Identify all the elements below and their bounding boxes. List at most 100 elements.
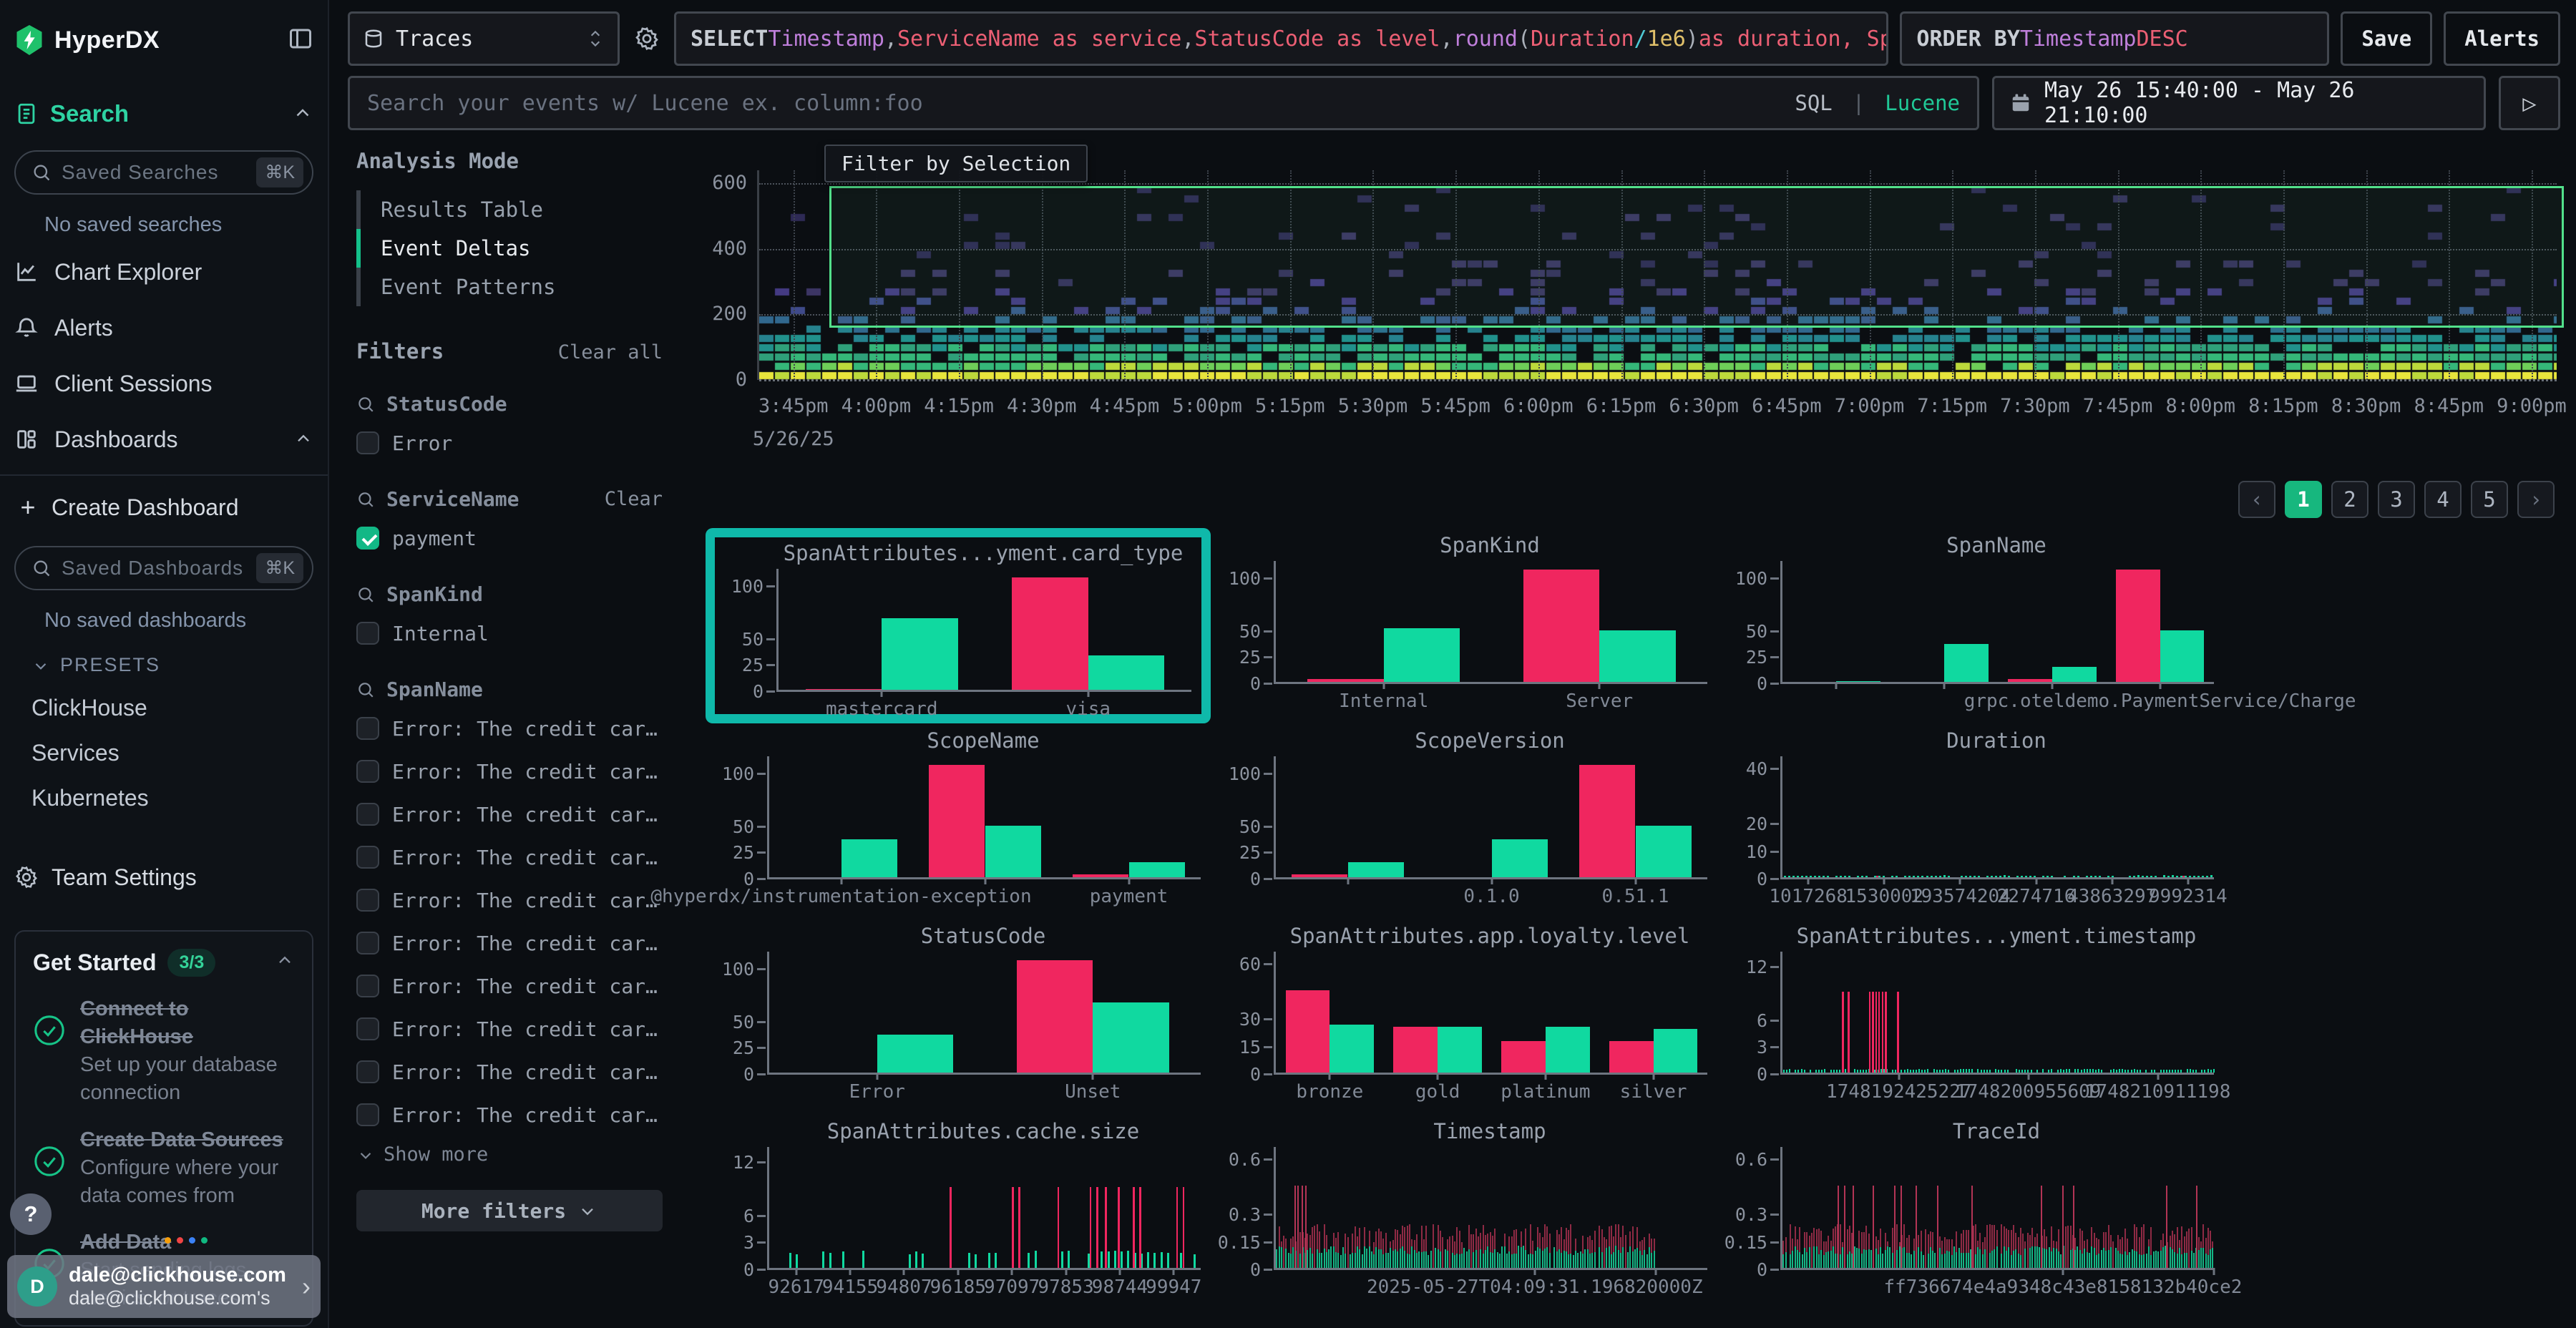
filter-checkbox-item[interactable]: Error: The credit card … xyxy=(356,1013,663,1045)
more-filters-button[interactable]: More filters xyxy=(356,1190,663,1231)
checkbox-unchecked[interactable] xyxy=(356,1017,379,1040)
chart-duration[interactable]: Duration01020401017268153000219357420422… xyxy=(1719,723,2224,919)
clear-filter-button[interactable]: Clear xyxy=(605,488,663,510)
chevron-up-icon[interactable] xyxy=(293,429,313,449)
get-started-item-create-data-sources[interactable]: Create Data SourcesConfigure where your … xyxy=(33,1126,295,1210)
create-dashboard-button[interactable]: + Create Dashboard xyxy=(14,487,313,527)
filter-by-selection-button[interactable]: Filter by Selection xyxy=(824,145,1088,182)
chart-statuscode[interactable]: StatusCode02550100ErrorUnset xyxy=(706,919,1211,1114)
chart-bar xyxy=(2184,1253,2185,1268)
sql-select-editor[interactable]: SELECT Timestamp, ServiceName as service… xyxy=(674,11,1888,66)
event-search-input[interactable] xyxy=(367,91,1782,116)
heatmap-plot[interactable]: 3:45pm4:00pm4:15pm4:30pm4:45pm5:00pm5:15… xyxy=(757,170,2557,380)
search-icon[interactable] xyxy=(356,490,375,509)
heatmap-selection-rect[interactable] xyxy=(829,186,2564,328)
search-icon[interactable] xyxy=(356,680,375,699)
filter-checkbox-item[interactable]: Error: The credit card … xyxy=(356,756,663,787)
chart-timestamp[interactable]: Timestamp00.150.30.62025-05-27T04:09:31.… xyxy=(1212,1114,1717,1309)
lucene-mode-toggle[interactable]: Lucene xyxy=(1885,91,1960,115)
source-settings-gear-icon[interactable] xyxy=(631,26,663,52)
chart-scopeversion[interactable]: ScopeVersion025501000.1.00.51.1 xyxy=(1212,723,1717,919)
saved-searches-input[interactable]: Saved Searches ⌘K xyxy=(14,150,313,195)
chevron-up-icon[interactable] xyxy=(275,951,295,975)
chart-bar xyxy=(2073,1186,2074,1268)
checkbox-unchecked[interactable] xyxy=(356,975,379,997)
checkbox-unchecked[interactable] xyxy=(356,932,379,954)
help-button[interactable]: ? xyxy=(10,1193,52,1235)
chart-spankind[interactable]: SpanKind02550100InternalServer xyxy=(1212,528,1717,723)
chart-y-tick xyxy=(766,585,775,587)
filter-checkbox-item[interactable]: Error: The credit card … xyxy=(356,970,663,1002)
checkbox-checked[interactable] xyxy=(356,527,379,550)
filter-checkbox-item[interactable]: payment xyxy=(356,522,663,554)
sidebar-item-search[interactable]: Search xyxy=(14,96,313,132)
pagination-next-button[interactable]: › xyxy=(2517,481,2555,518)
chart-traceid[interactable]: TraceId00.150.30.6ff736674e4a9348c43e815… xyxy=(1719,1114,2224,1309)
sidebar-item-client-sessions[interactable]: Client Sessions xyxy=(14,363,313,404)
chart-scopename[interactable]: ScopeName02550100@hyperdx/instrumentatio… xyxy=(706,723,1211,919)
analysis-mode-event-deltas[interactable]: Event Deltas xyxy=(356,229,663,268)
saved-dashboards-input[interactable]: Saved Dashboards ⌘K xyxy=(14,546,313,590)
checkbox-unchecked[interactable] xyxy=(356,803,379,826)
sidebar-item-team-settings[interactable]: Team Settings xyxy=(14,857,313,897)
chart-spanattributes-cache-size[interactable]: SpanAttributes.cache.size036129261794155… xyxy=(706,1114,1211,1309)
show-more-button[interactable]: Show more xyxy=(356,1143,663,1166)
filter-checkbox-item[interactable]: Error: The credit card … xyxy=(356,1099,663,1131)
filter-checkbox-item[interactable]: Error: The credit card … xyxy=(356,799,663,830)
chart-bar xyxy=(1357,1246,1358,1268)
checkbox-unchecked[interactable] xyxy=(356,889,379,912)
pagination-page-5[interactable]: 5 xyxy=(2471,481,2508,518)
filter-checkbox-item[interactable]: Error: The credit card … xyxy=(356,927,663,959)
checkbox-unchecked[interactable] xyxy=(356,717,379,740)
presets-section-toggle[interactable]: PRESETS xyxy=(31,654,313,676)
chart-y-tick xyxy=(757,1215,766,1217)
chart-bar xyxy=(1570,1254,1571,1268)
chevron-down-icon xyxy=(31,656,50,675)
alerts-button[interactable]: Alerts xyxy=(2444,11,2560,66)
pagination-page-3[interactable]: 3 xyxy=(2378,481,2415,518)
clear-all-filters-button[interactable]: Clear all xyxy=(558,341,663,363)
date-range-picker[interactable]: May 26 15:40:00 - May 26 21:10:00 xyxy=(1992,76,2486,130)
save-button[interactable]: Save xyxy=(2341,11,2432,66)
sidebar-item-alerts[interactable]: Alerts xyxy=(14,307,313,348)
pagination-page-2[interactable]: 2 xyxy=(2331,481,2368,518)
chart-body: 02550100mastercardvisa xyxy=(715,569,1201,692)
checkbox-unchecked[interactable] xyxy=(356,846,379,869)
chevron-up-icon[interactable] xyxy=(292,103,313,125)
checkbox-unchecked[interactable] xyxy=(356,1103,379,1126)
source-select[interactable]: Traces xyxy=(348,11,620,66)
filter-checkbox-item[interactable]: Error: The credit card … xyxy=(356,713,663,744)
chart-bar xyxy=(2146,1254,2147,1268)
sql-orderby-editor[interactable]: ORDER BY Timestamp DESC xyxy=(1900,11,2329,66)
checkbox-unchecked[interactable] xyxy=(356,431,379,454)
pagination-page-4[interactable]: 4 xyxy=(2424,481,2462,518)
sidebar-item-kubernetes[interactable]: Kubernetes xyxy=(31,785,313,811)
chart-spanname[interactable]: SpanName02550100grpc.oteldemo.PaymentSer… xyxy=(1719,528,2224,723)
collapse-panel-icon[interactable] xyxy=(288,26,313,55)
sidebar-item-services[interactable]: Services xyxy=(31,740,313,766)
sidebar-item-chart-explorer[interactable]: Chart Explorer xyxy=(14,251,313,293)
pagination-prev-button[interactable]: ‹ xyxy=(2238,481,2275,518)
filter-checkbox-item[interactable]: Error: The credit card … xyxy=(356,841,663,873)
filter-checkbox-item[interactable]: Error: The credit card … xyxy=(356,884,663,916)
sql-mode-toggle[interactable]: SQL xyxy=(1795,91,1832,115)
filter-checkbox-item[interactable]: Error xyxy=(356,427,663,459)
user-menu[interactable]: D dale@clickhouse.com dale@clickhouse.co… xyxy=(7,1255,321,1318)
search-icon[interactable] xyxy=(356,585,375,604)
checkbox-unchecked[interactable] xyxy=(356,1060,379,1083)
analysis-mode-event-patterns[interactable]: Event Patterns xyxy=(356,268,663,306)
sidebar-item-dashboards[interactable]: Dashboards xyxy=(14,419,313,460)
chart-spanattributes-yment-card-type[interactable]: SpanAttributes...yment.card_type02550100… xyxy=(706,528,1211,723)
analysis-mode-results-table[interactable]: Results Table xyxy=(356,190,663,229)
filter-checkbox-item[interactable]: Error: The credit card … xyxy=(356,1056,663,1088)
chart-spanattributes-app-loyalty-level[interactable]: SpanAttributes.app.loyalty.level0153060b… xyxy=(1212,919,1717,1114)
search-icon[interactable] xyxy=(356,395,375,414)
checkbox-unchecked[interactable] xyxy=(356,760,379,783)
sidebar-item-clickhouse[interactable]: ClickHouse xyxy=(31,695,313,721)
checkbox-unchecked[interactable] xyxy=(356,622,379,645)
run-query-button[interactable]: ▷ xyxy=(2499,76,2560,130)
chart-spanattributes-yment-timestamp[interactable]: SpanAttributes...yment.timestamp03612174… xyxy=(1719,919,2224,1114)
get-started-item-connect-to-clickhouse[interactable]: Connect to ClickHouseSet up your databas… xyxy=(33,995,295,1108)
pagination-page-1[interactable]: 1 xyxy=(2285,481,2322,518)
filter-checkbox-item[interactable]: Internal xyxy=(356,617,663,649)
